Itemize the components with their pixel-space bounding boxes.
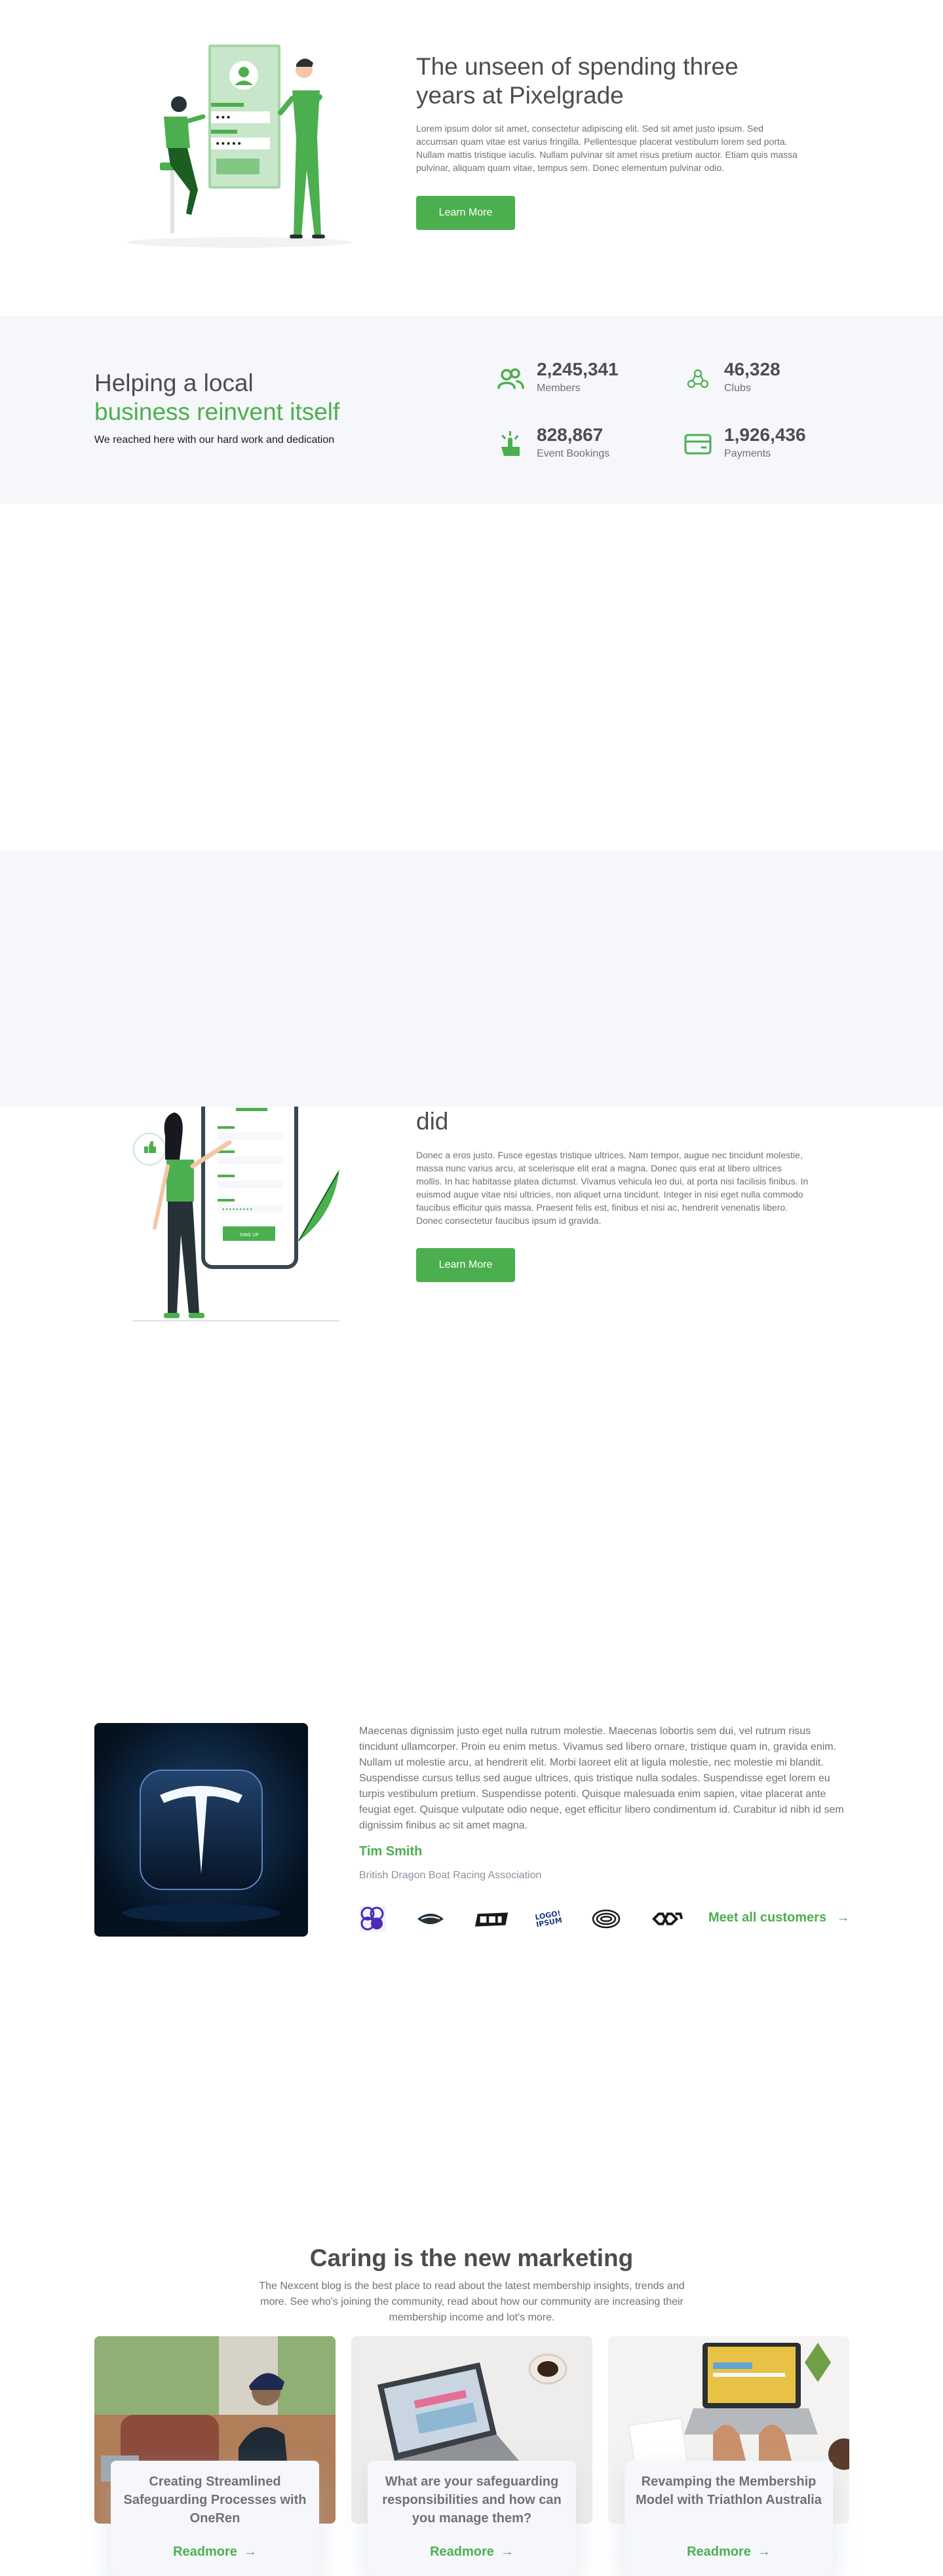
logo-ipsum-text: LOGO! IPSUM	[534, 1908, 563, 1929]
blog-description: The Nexcent blog is the best place to re…	[259, 2281, 685, 2323]
svg-text:•••: •••	[215, 113, 231, 123]
blog-card-content: Creating Streamlined Safeguarding Proces…	[111, 2461, 319, 2576]
readmore-link[interactable]: Readmore →	[368, 2545, 576, 2560]
arrow-right-icon: →	[757, 2545, 771, 2559]
stat-payments: 1,926,436 Payments	[682, 423, 846, 463]
hero-title: The unseen of spending three years at Pi…	[416, 53, 739, 109]
readmore-link[interactable]: Readmore →	[625, 2545, 833, 2560]
stat-label: Members	[537, 383, 581, 394]
arrow-right-icon: →	[500, 2545, 514, 2559]
readmore-link[interactable]: Readmore →	[111, 2545, 319, 2560]
stats-title-line1: Helping a local	[94, 369, 254, 396]
hero-body: Lorem ipsum dolor sit amet, consectetur …	[416, 123, 798, 173]
client-logo-3	[474, 1903, 510, 1935]
stat-label: Clubs	[724, 383, 751, 394]
stat-label: Event Bookings	[537, 448, 610, 459]
meet-all-customers-link[interactable]: Meet all customers →	[708, 1910, 850, 1925]
blog-title: Caring is the new marketing	[309, 2245, 634, 2271]
stat-event-bookings: 828,867 Event Bookings	[495, 423, 659, 463]
feature-section: ••••••••• SING UP How to design your sit…	[0, 504, 943, 1321]
stats-subtitle: We reached here with our hard work and d…	[94, 434, 335, 445]
stat-clubs: 46,328 Clubs	[682, 358, 846, 397]
client-logo-5	[588, 1903, 625, 1935]
client-logo-4: LOGO! IPSUM	[530, 1903, 567, 1935]
hero-section: ••• ••••• The unseen of spending three y…	[0, 0, 943, 316]
arrow-right-icon: →	[836, 1910, 850, 1925]
readmore-label: Readmore	[430, 2545, 494, 2559]
clubs-icon	[687, 369, 709, 388]
readmore-label: Readmore	[173, 2545, 237, 2559]
stats-title-line2: business reinvent itself	[94, 398, 340, 425]
click-icon	[501, 431, 520, 456]
payment-icon	[684, 434, 712, 455]
testimonial-name: Tim Smith	[359, 1844, 423, 1859]
blog-card-content: What are your safeguarding responsibilit…	[368, 2461, 576, 2576]
stat-label: Payments	[724, 448, 771, 459]
testimonial-quote: Maecenas dignissim justo eget nulla rutr…	[359, 1726, 844, 1831]
testimonial-section: Maecenas dignissim justo eget nulla rutr…	[0, 851, 943, 1937]
stat-value: 828,867	[537, 425, 604, 445]
stat-value: 2,245,341	[537, 359, 619, 379]
hero-learn-more-button[interactable]: Learn More	[416, 196, 515, 230]
client-logo-6	[649, 1903, 685, 1935]
blog-card-title: Revamping the Membership Model with Tria…	[636, 2474, 822, 2507]
client-logo-1	[355, 1903, 391, 1935]
stat-members: 2,245,341 Members	[495, 358, 659, 397]
stat-value: 1,926,436	[724, 425, 806, 445]
members-icon	[497, 368, 524, 389]
car-brand-logo-image	[94, 1723, 308, 1937]
arrow-right-icon: →	[243, 2545, 257, 2559]
blog-section: Caring is the new marketing The Nexcent …	[0, 1107, 943, 2576]
blog-card-title: Creating Streamlined Safeguarding Proces…	[123, 2474, 307, 2526]
client-logo-2	[412, 1903, 449, 1935]
svg-text:•••••: •••••	[215, 139, 242, 149]
customer-photo	[94, 1723, 308, 1937]
stat-value: 46,328	[724, 359, 780, 379]
testimonial-organization: British Dragon Boat Racing Association	[359, 1870, 542, 1881]
meet-all-customers-label: Meet all customers	[708, 1910, 827, 1925]
blog-card-title: What are your safeguarding responsibilit…	[382, 2474, 562, 2526]
readmore-label: Readmore	[687, 2545, 751, 2559]
hero-illustration: ••• •••••	[126, 45, 352, 248]
blog-card-content: Revamping the Membership Model with Tria…	[625, 2461, 833, 2576]
